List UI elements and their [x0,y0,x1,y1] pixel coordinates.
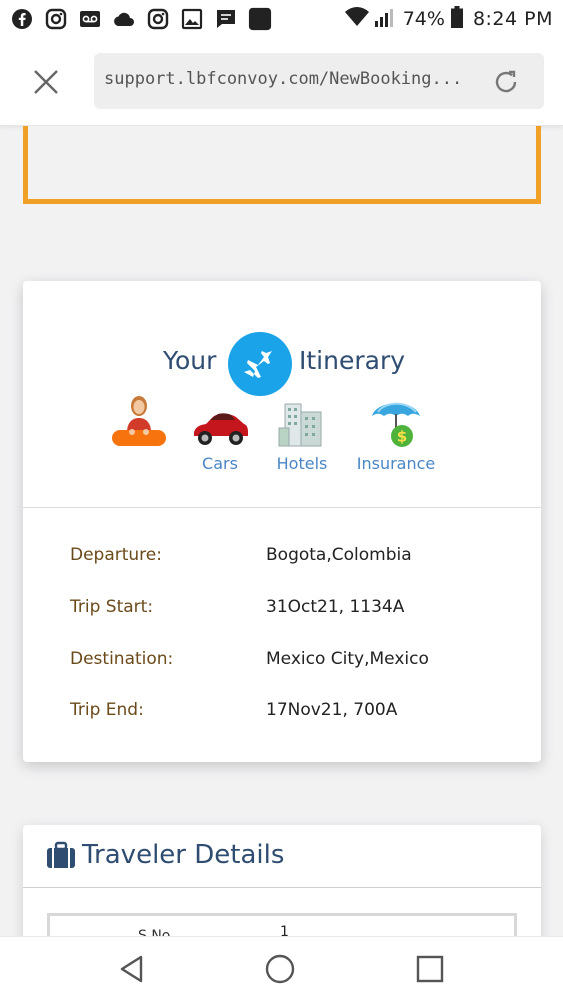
hotel-icon [272,396,332,448]
itinerary-tabs: Cars Hotels $ Insurance [23,396,541,478]
itinerary-divider [23,507,541,508]
tab-hotels[interactable]: Hotels [271,396,333,478]
traveler-details-title: Traveler Details [82,840,285,870]
itinerary-title-your: Your [163,346,217,375]
tab-insurance-label: Insurance [356,454,436,473]
app-icon [248,7,272,31]
url-text[interactable]: support.lbfconvoy.com/NewBooking... [104,69,474,89]
back-button[interactable] [112,949,152,989]
svg-text:$: $ [397,428,407,446]
trip-end-row: Trip End: 17Nov21, 700A [23,700,541,730]
tab-agent[interactable] [109,396,169,478]
briefcase-icon [47,841,75,868]
battery-icon [450,5,463,33]
itinerary-card: Your Itinerary Cars Hotels $ Insurance D… [23,281,541,762]
departure-value: Bogota,Colombia [266,545,412,565]
destination-value: Mexico City,Mexico [266,649,429,669]
clock: 8:24 PM [472,8,553,30]
navigation-bar [0,936,563,1000]
car-icon [190,396,250,448]
home-button[interactable] [260,949,300,989]
recent-apps-button[interactable] [410,949,450,989]
gallery-icon [180,7,204,31]
wifi-icon [344,6,369,32]
tab-insurance[interactable]: $ Insurance [353,396,439,478]
agent-person-icon [109,396,169,448]
tab-hotels-label: Hotels [276,454,328,473]
trip-end-label: Trip End: [70,700,144,720]
home-circle-icon [265,954,295,984]
close-icon [34,70,58,94]
reload-icon [495,70,517,93]
address-bar[interactable]: support.lbfconvoy.com/NewBooking... [94,53,544,109]
itinerary-title-itinerary: Itinerary [299,346,406,375]
back-triangle-icon [120,955,143,983]
signal-icon [374,7,397,32]
trip-start-row: Trip Start: 31Oct21, 1134A [23,597,541,627]
insurance-umbrella-icon: $ [366,396,426,448]
voicemail-icon [78,7,102,31]
traveler-divider [23,887,541,888]
reload-button[interactable] [489,65,523,99]
destination-row: Destination: Mexico City,Mexico [23,649,541,679]
itinerary-heading: Your Itinerary [23,329,541,401]
trip-start-value: 31Oct21, 1134A [266,597,405,617]
departure-label: Departure: [70,545,162,565]
traveler-details-heading: Traveler Details [46,840,284,870]
tab-cars[interactable]: Cars [188,396,252,478]
recent-square-icon [416,955,444,983]
facebook-icon [10,7,34,31]
trip-start-label: Trip Start: [70,597,154,617]
instagram-icon [44,7,68,31]
tab-cars-label: Cars [202,454,238,473]
battery-percent: 74% [402,8,445,30]
instagram-icon [146,7,170,31]
close-tab-button[interactable] [26,62,66,102]
departure-row: Departure: Bogota,Colombia [23,545,541,575]
browser-toolbar: support.lbfconvoy.com/NewBooking... [0,38,563,126]
trip-end-value: 17Nov21, 700A [266,700,398,720]
cloud-icon [112,7,136,31]
previous-section-frame [23,126,541,204]
status-bar: 74% 8:24 PM [0,0,563,38]
airplane-icon [228,332,292,396]
message-icon [214,7,238,31]
destination-label: Destination: [70,649,174,669]
